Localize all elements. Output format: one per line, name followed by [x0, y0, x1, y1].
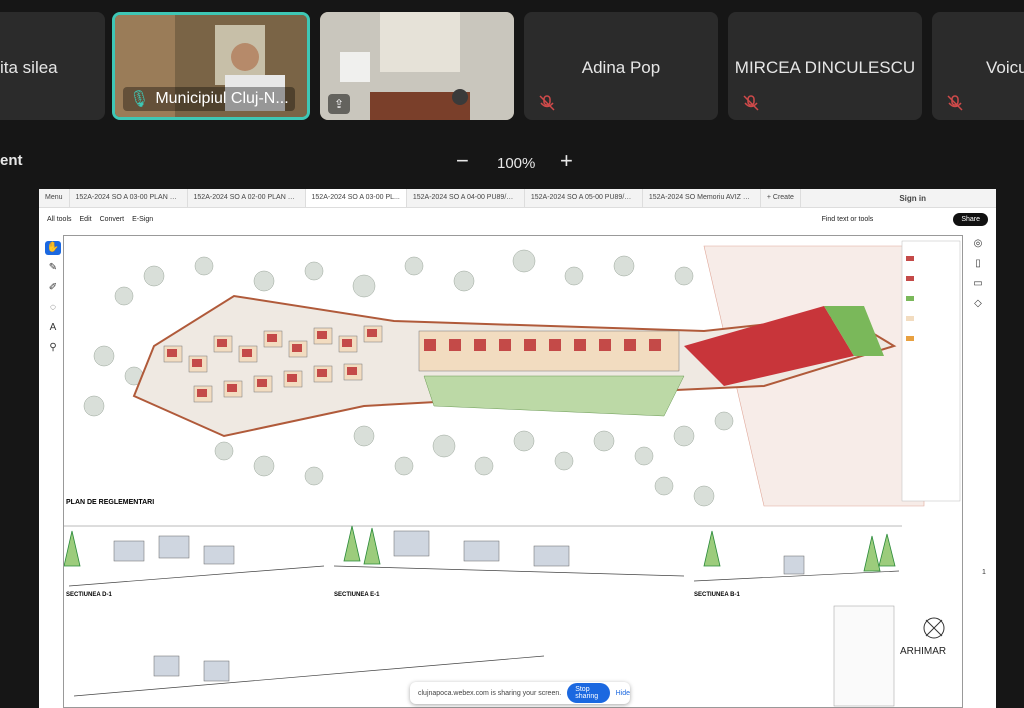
draw-icon[interactable]: ✐ [45, 281, 61, 295]
section-label: SECTIUNEA E-1 [334, 592, 380, 598]
participant-tile[interactable]: Adina Pop [524, 12, 718, 120]
section-label: SECTIUNEA B-1 [694, 592, 740, 598]
participant-tile[interactable]: ⇪ [320, 12, 514, 120]
share-button[interactable]: Share [953, 212, 988, 226]
zoom-in-button[interactable]: + [560, 148, 573, 174]
participant-name: ita silea [0, 58, 58, 77]
share-icon[interactable]: ⇪ [328, 94, 350, 114]
participant-name: MIRCEA DINCULESCU [734, 58, 916, 77]
participant-name: Voicu [986, 58, 1024, 77]
pdf-tabbar: Menu 152A-2024 SO A 03-00 PLAN DE I... 1… [39, 189, 996, 208]
pdf-menubar: All tools Edit Convert E-Sign Find text … [39, 208, 996, 230]
tab-active[interactable]: 152A-2024 SO A 03-00 PL... [305, 189, 407, 207]
mic-off-icon [743, 95, 759, 111]
find-text[interactable]: Find text or tools [822, 216, 874, 223]
sharing-banner: clujnapoca.webex.com is sharing your scr… [410, 682, 630, 704]
ai-icon[interactable]: ◎ [970, 237, 986, 251]
text-icon[interactable]: A [45, 321, 61, 335]
select-icon[interactable]: ✋ [45, 241, 61, 255]
participant-name: Adina Pop [581, 58, 661, 77]
content-label: ent [0, 152, 23, 169]
tab[interactable]: 152A-2024 SO A 04-00 PU89/PE... [407, 189, 525, 207]
create-tab[interactable]: + Create [761, 189, 801, 207]
bookmark-icon[interactable]: ▯ [970, 257, 986, 271]
section-label: SECTIUNEA D-1 [66, 592, 112, 598]
menu-convert[interactable]: Convert [100, 216, 125, 223]
hide-link[interactable]: Hide [616, 690, 630, 697]
menu-tab[interactable]: Menu [39, 189, 70, 207]
participant-label: 🎙 Municipiul Cluj-N... [123, 87, 295, 111]
tab[interactable]: 152A-2024 SO A 02-00 PLAN DE... [188, 189, 306, 207]
mic-icon: 🎙 [129, 91, 150, 108]
mic-off-icon [539, 95, 555, 111]
page-number: 1 [982, 569, 986, 576]
layers-icon[interactable]: ◇ [970, 297, 986, 311]
right-toolbar: ◎ ▯ ▭ ◇ [970, 237, 988, 311]
plan-title: PLAN DE REGLEMENTARI [66, 499, 154, 506]
participant-tile[interactable]: MIRCEA DINCULESCU [728, 12, 922, 120]
sharing-text: clujnapoca.webex.com is sharing your scr… [418, 689, 562, 697]
tab[interactable]: 152A-2024 SO Memoriu AVIZ DE... [643, 189, 761, 207]
stop-sharing-button[interactable]: Stop sharing [567, 683, 610, 703]
tab[interactable]: 152A-2024 SO A 05-00 PU89/PE... [525, 189, 643, 207]
firm-logo: ARHIMAR [900, 646, 946, 657]
mic-off-icon [947, 95, 963, 111]
menu-all-tools[interactable]: All tools [47, 216, 72, 223]
shared-screen: Menu 152A-2024 SO A 03-00 PLAN DE I... 1… [39, 189, 996, 708]
comment-icon[interactable]: ✎ [45, 261, 61, 275]
stamp-icon[interactable]: ⚲ [45, 341, 61, 355]
shape-icon[interactable]: ◌ [45, 301, 61, 315]
tab[interactable]: 152A-2024 SO A 03-00 PLAN DE I... [70, 189, 188, 207]
drawing-page: PLAN DE REGLEMENTARI SECTIUNEA D-1 SECTI… [63, 235, 963, 708]
zoom-level: 100% [497, 155, 536, 172]
participant-tile[interactable]: ita silea [0, 12, 105, 120]
left-toolbar: ✋ ✎ ✐ ◌ A ⚲ [45, 241, 63, 355]
pages-icon[interactable]: ▭ [970, 277, 986, 291]
site-plan-drawing: PLAN DE REGLEMENTARI SECTIUNEA D-1 SECTI… [63, 236, 962, 707]
signin-link[interactable]: Sign in [899, 194, 926, 203]
zoom-out-button[interactable]: − [456, 148, 469, 174]
participant-tile-active[interactable]: 🎙 Municipiul Cluj-N... [112, 12, 310, 120]
menu-edit[interactable]: Edit [80, 216, 92, 223]
menu-esign[interactable]: E-Sign [132, 216, 153, 223]
participant-tile[interactable]: Voicu [932, 12, 1024, 120]
